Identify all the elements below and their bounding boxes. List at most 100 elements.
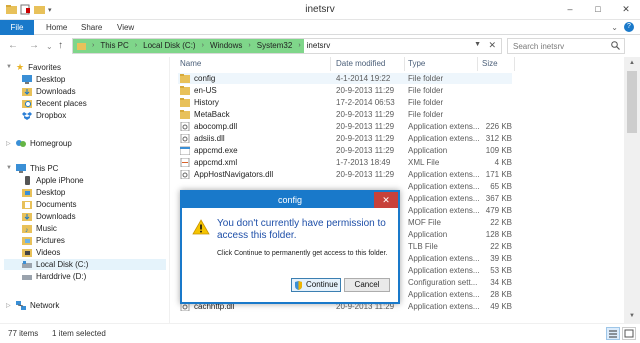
address-dropdown-icon[interactable]: ▼	[474, 41, 481, 48]
sidebar-item-label: Network	[30, 301, 60, 310]
sidebar-item-videos[interactable]: Videos	[22, 247, 60, 258]
tab-view[interactable]: View	[117, 20, 134, 35]
dialog-message: Click Continue to permanently get access…	[217, 250, 388, 257]
tab-home[interactable]: Home	[46, 20, 67, 35]
sidebar-item-network[interactable]: Network	[16, 300, 59, 311]
file-row[interactable]: adsiis.dll 20-9-2013 11:29 Application ext…	[178, 133, 512, 144]
sidebar-item-label: Desktop	[36, 188, 66, 197]
file-size: 128 KB	[485, 230, 512, 239]
scroll-up-icon[interactable]: ▲	[624, 57, 640, 70]
continue-button[interactable]: Continue	[291, 278, 341, 292]
file-date: 20-9-2013 11:29	[336, 110, 395, 119]
shield-icon	[294, 280, 302, 290]
help-icon[interactable]: ?	[624, 22, 634, 32]
file-type: File folder	[408, 74, 444, 83]
breadcrumb-separator: ›	[298, 42, 301, 49]
sidebar-item-desktop[interactable]: Desktop	[22, 187, 65, 198]
stop-icon[interactable]: ✕	[488, 40, 496, 51]
item-count: 77 items	[8, 329, 39, 338]
file-date: 20-9-2013 11:29	[336, 146, 395, 155]
breadcrumb-separator: ›	[248, 42, 251, 49]
breadcrumb-inetsrv[interactable]: inetsrv	[307, 41, 331, 50]
breadcrumb-this-pc[interactable]: This PC	[100, 41, 128, 50]
column-header-date[interactable]: Date modified	[336, 59, 385, 71]
sidebar-item-label: Local Disk (C:)	[36, 260, 89, 269]
file-row[interactable]: appcmd.xml 1-7-2013 18:49 XML File 4 KB	[178, 157, 512, 168]
minimize-button[interactable]: –	[556, 0, 584, 18]
sidebar-item-harddrive-d[interactable]: Harddrive (D:)	[22, 271, 86, 282]
phone-icon	[25, 176, 30, 185]
sidebar-item-downloads[interactable]: Downloads	[22, 211, 76, 222]
expand-caret-icon[interactable]: ▷	[6, 140, 11, 147]
expand-caret-icon[interactable]: ▷	[6, 302, 11, 309]
scroll-down-icon[interactable]: ▼	[624, 310, 640, 323]
column-divider[interactable]	[404, 57, 405, 71]
dialog-close-button[interactable]: ✕	[374, 192, 398, 208]
recent-locations-button[interactable]: ⌄	[46, 42, 53, 51]
file-size: 39 KB	[490, 254, 512, 263]
file-row[interactable]: MetaBack 20-9-2013 11:29 File folder	[178, 109, 512, 120]
sidebar-item-apple-iphone[interactable]: Apple iPhone	[22, 175, 84, 186]
breadcrumb-local-disk[interactable]: Local Disk (C:)	[143, 41, 195, 50]
expand-ribbon-icon[interactable]: ⌄	[611, 23, 618, 32]
vertical-scrollbar[interactable]: ▲ ▼	[624, 57, 640, 323]
sidebar-item-recent-places[interactable]: Recent places	[22, 98, 87, 109]
file-row[interactable]: abocomp.dll 20-9-2013 11:29 Application ex…	[178, 121, 512, 132]
scrollbar-thumb[interactable]	[627, 71, 637, 133]
column-divider[interactable]	[330, 57, 331, 71]
file-name: en-US	[194, 86, 217, 95]
file-row[interactable]: en-US 20-9-2013 11:29 File folder	[178, 85, 512, 96]
forward-button[interactable]: →	[29, 40, 39, 51]
file-name: config	[194, 74, 216, 83]
column-header-size[interactable]: Size	[482, 59, 498, 71]
search-input[interactable]: Search inetsrv	[507, 38, 625, 54]
file-type: XML File	[408, 158, 440, 167]
breadcrumb: › This PC › Local Disk (C:) › Windows › …	[77, 41, 330, 50]
column-header-type[interactable]: Type	[408, 59, 425, 71]
dialog-heading: You don't currently have permission to a…	[217, 218, 386, 241]
sidebar-item-label: Videos	[36, 248, 61, 257]
warning-icon	[192, 219, 210, 235]
address-bar[interactable]: › This PC › Local Disk (C:) › Windows › …	[72, 38, 502, 54]
file-row[interactable]: History 17-2-2014 06:53 File folder	[178, 97, 512, 108]
sidebar-item-pictures[interactable]: Pictures	[22, 235, 65, 246]
sidebar-item-label: Apple iPhone	[36, 176, 84, 185]
file-row[interactable]: AppHostNavigators.dll 20-9-2013 11:29 Appl…	[178, 169, 512, 180]
tab-share[interactable]: Share	[81, 20, 102, 35]
videos-icon	[22, 249, 32, 257]
sidebar-item-favorites[interactable]: ★ Favorites	[16, 62, 61, 73]
sidebar-item-this-pc[interactable]: This PC	[16, 163, 58, 174]
file-type: Application extens...	[408, 290, 480, 299]
maximize-button[interactable]: □	[584, 0, 612, 18]
breadcrumb-windows[interactable]: Windows	[210, 41, 242, 50]
large-icons-view-icon	[624, 329, 634, 338]
sidebar-item-local-disk-c[interactable]: Local Disk (C:)	[4, 259, 166, 270]
column-divider[interactable]	[514, 57, 515, 71]
sidebar-item-label: Downloads	[36, 212, 76, 221]
column-header-name[interactable]: Name	[180, 59, 201, 71]
file-name: abocomp.dll	[194, 122, 238, 131]
close-button[interactable]: ✕	[612, 0, 640, 18]
file-type: Application extens...	[408, 266, 480, 275]
back-button[interactable]: ←	[8, 40, 18, 51]
sidebar-item-desktop[interactable]: Desktop	[22, 74, 65, 85]
search-icon[interactable]	[611, 41, 620, 50]
details-view-button[interactable]	[606, 327, 620, 340]
sidebar-item-music[interactable]: ♪ Music	[22, 223, 57, 234]
collapse-caret-icon[interactable]: ▼	[6, 64, 12, 70]
large-icons-view-button[interactable]	[622, 327, 636, 340]
sidebar-item-homegroup[interactable]: Homegroup	[16, 138, 72, 149]
sidebar-item-documents[interactable]: Documents	[22, 199, 76, 210]
dialog-title: config	[182, 192, 398, 208]
sidebar-item-downloads[interactable]: Downloads	[22, 86, 76, 97]
collapse-caret-icon[interactable]: ▼	[6, 165, 12, 171]
homegroup-icon	[16, 140, 26, 147]
file-row[interactable]: config 4-1-2014 19:22 File folder	[178, 73, 512, 84]
cancel-button[interactable]: Cancel	[344, 278, 390, 292]
sidebar-item-dropbox[interactable]: Dropbox	[22, 110, 66, 121]
tab-file[interactable]: File	[0, 20, 34, 35]
file-row[interactable]: appcmd.exe 20-9-2013 11:29 Application 109 …	[178, 145, 512, 156]
up-button[interactable]: ↑	[58, 40, 63, 51]
column-divider[interactable]	[477, 57, 478, 71]
breadcrumb-system32[interactable]: System32	[257, 41, 293, 50]
